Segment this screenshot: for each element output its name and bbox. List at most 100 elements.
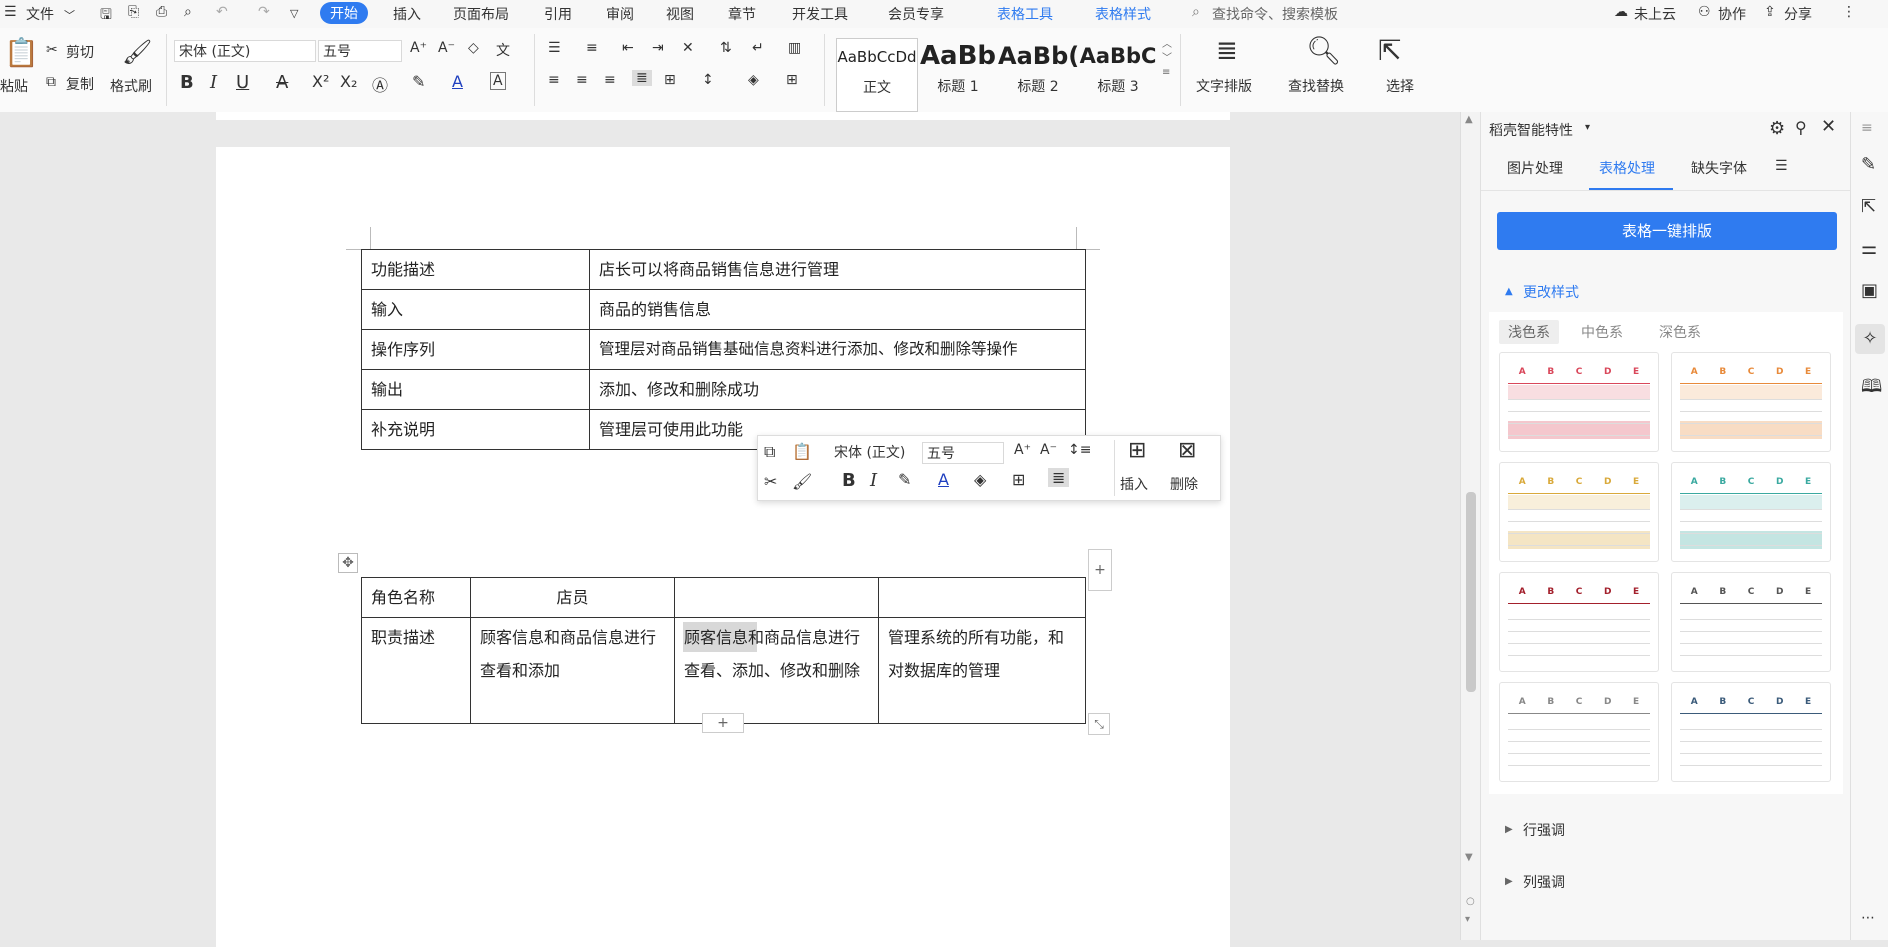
tab-page-layout[interactable]: 页面布局	[453, 4, 509, 24]
distribute-icon[interactable]: ⊞	[664, 72, 676, 88]
gear-icon[interactable]: ⚙	[1769, 118, 1785, 139]
chevron-down-icon[interactable]: ▾	[1585, 122, 1590, 133]
table-style-thumbnail[interactable]: A B C D E	[1499, 572, 1659, 672]
tab-developer[interactable]: 开发工具	[792, 4, 848, 24]
font-size-select[interactable]: 五号	[922, 442, 1004, 464]
text-layout-button[interactable]: 文字排版	[1196, 76, 1252, 96]
tab-view[interactable]: 视图	[666, 4, 694, 24]
align-center-icon[interactable]: ≡	[576, 72, 588, 88]
phonetic-icon[interactable]: 文	[496, 40, 510, 60]
chinese-layout-icon[interactable]: ✕	[682, 40, 694, 56]
table-cell[interactable]: 输出	[361, 369, 590, 410]
tab-image-processing[interactable]: 图片处理	[1507, 158, 1563, 178]
select-button[interactable]: 选择	[1386, 76, 1414, 96]
align-left-icon[interactable]: ≡	[548, 72, 560, 88]
share-button[interactable]: 分享	[1784, 4, 1812, 24]
styles-scroll-icon[interactable]: ︿ ﹀ ≡	[1162, 38, 1172, 80]
scissors-icon[interactable]: ✂	[46, 42, 58, 58]
expand-icon[interactable]: ▶	[1505, 876, 1513, 887]
find-replace-button[interactable]: 查找替换	[1288, 76, 1344, 96]
strikethrough-icon[interactable]: A	[276, 72, 288, 93]
table-style-thumbnail[interactable]: A B C D E	[1671, 462, 1831, 562]
style-tab-light[interactable]: 浅色系	[1499, 320, 1559, 344]
find-icon[interactable]: 🔍︎	[1306, 34, 1342, 67]
shrink-font-icon[interactable]: A⁻	[438, 40, 455, 56]
shading-icon[interactable]: ◈	[748, 72, 759, 88]
resize-table-icon[interactable]: ⤡	[1088, 713, 1110, 735]
style-heading1[interactable]: AaBb 标题 1	[918, 38, 998, 110]
tab-table-style[interactable]: 表格样式	[1095, 4, 1151, 24]
chevron-down-icon[interactable]: ﹀	[64, 7, 75, 23]
format-painter-icon[interactable]: 🖌	[792, 472, 812, 491]
line-spacing-icon[interactable]: ↕≡	[1068, 442, 1091, 458]
table-style-thumbnail[interactable]: A B C D E	[1671, 682, 1831, 782]
tab-member[interactable]: 会员专享	[888, 4, 944, 24]
superscript-icon[interactable]: X²	[312, 72, 329, 91]
subscript-icon[interactable]: X₂	[340, 72, 357, 91]
clear-format-icon[interactable]: ◇	[468, 40, 479, 56]
table-style-thumbnail[interactable]: A B C D E	[1671, 352, 1831, 452]
tab-missing-fonts[interactable]: 缺失字体	[1691, 158, 1747, 178]
search-command-input[interactable]: 查找命令、搜索模板	[1212, 4, 1338, 24]
table-cell[interactable]: 店员	[470, 577, 675, 618]
table-cell[interactable]	[878, 577, 1086, 618]
table-cell-selected[interactable]: 顾客信息和商品信息进行查看、添加、修改和删除	[674, 617, 879, 724]
table-cell[interactable]: 店长可以将商品销售信息进行管理	[589, 249, 1086, 290]
style-heading2[interactable]: AaBb( 标题 2	[998, 38, 1078, 110]
table-style-thumbnail[interactable]: A B C D E	[1499, 352, 1659, 452]
highlight-icon[interactable]: ✎	[412, 72, 425, 91]
show-marks-icon[interactable]: ↵	[752, 40, 764, 56]
select-cursor-icon[interactable]: ⇱	[1378, 34, 1401, 67]
edit-pen-icon[interactable]: ✎	[1861, 154, 1876, 175]
table-cell[interactable]: 管理层对商品销售基础信息资料进行添加、修改和删除等操作	[589, 329, 1086, 370]
adjust-icon[interactable]: ⚌	[1861, 238, 1877, 259]
copy-icon[interactable]: ⧉	[764, 442, 775, 462]
tab-table-tools[interactable]: 表格工具	[997, 4, 1053, 24]
ruler-icon[interactable]: ▥	[788, 40, 801, 56]
pin-icon[interactable]: ⚲	[1795, 118, 1807, 137]
table-cell[interactable]: 补充说明	[361, 409, 590, 450]
bold-icon[interactable]: B	[842, 470, 856, 491]
cloud-status[interactable]: 未上云	[1634, 4, 1676, 24]
font-color-icon[interactable]: A	[938, 470, 949, 489]
table-cell[interactable]: 添加、修改和删除成功	[589, 369, 1086, 410]
collab-button[interactable]: 协作	[1718, 4, 1746, 24]
print-preview-icon[interactable]: ⌕	[184, 4, 192, 20]
scroll-down-icon[interactable]: ▼	[1465, 852, 1473, 863]
style-tab-dark[interactable]: 深色系	[1659, 322, 1701, 342]
table-cell[interactable]	[674, 577, 879, 618]
insert-button[interactable]: 插入	[1120, 474, 1148, 494]
table-style-thumbnail[interactable]: A B C D E	[1671, 572, 1831, 672]
format-painter-button[interactable]: 格式刷	[110, 76, 152, 96]
shading-icon[interactable]: ◈	[974, 470, 986, 489]
paste-icon[interactable]: 📋	[792, 442, 812, 461]
line-spacing-icon[interactable]: ↕	[702, 72, 714, 88]
numbering-icon[interactable]: ≡	[586, 40, 598, 56]
font-name-select[interactable]: 宋体 (正文)	[174, 40, 316, 62]
italic-icon[interactable]: I	[210, 72, 217, 93]
scroll-up-icon[interactable]: ▲	[1465, 114, 1473, 125]
tab-table-processing[interactable]: 表格处理	[1599, 158, 1655, 178]
function-table[interactable]: 功能描述 店长可以将商品销售信息进行管理 输入 商品的销售信息 操作序列 管理层对商品…	[361, 249, 1086, 450]
grow-font-icon[interactable]: A⁺	[1014, 442, 1031, 458]
align-icon[interactable]: ≣	[1048, 468, 1070, 487]
text-layout-icon[interactable]: ≣	[1216, 36, 1238, 66]
format-painter-icon[interactable]: 🖌	[122, 38, 152, 66]
close-icon[interactable]: ✕	[1821, 116, 1836, 137]
tab-chapter[interactable]: 章节	[728, 4, 756, 24]
borders-icon[interactable]: ⊞	[786, 72, 798, 88]
table-cell[interactable]: 顾客信息和商品信息进行查看和添加	[470, 617, 675, 724]
table-cell[interactable]: 操作序列	[361, 329, 590, 370]
decrease-indent-icon[interactable]: ⇤	[622, 40, 634, 56]
collapse-icon[interactable]: ▲	[1505, 286, 1513, 297]
font-size-select[interactable]: 五号	[318, 40, 402, 62]
add-row-icon[interactable]: +	[702, 713, 744, 733]
delete-table-icon[interactable]: ⊠	[1178, 438, 1196, 463]
increase-indent-icon[interactable]: ⇥	[652, 40, 664, 56]
tab-references[interactable]: 引用	[544, 4, 572, 24]
next-page-icon[interactable]: ▾	[1465, 914, 1470, 925]
smart-feature-icon[interactable]: ✧	[1855, 324, 1885, 354]
scroll-thumb[interactable]	[1466, 492, 1476, 692]
book-icon[interactable]: 🕮	[1861, 374, 1882, 404]
paste-icon[interactable]: 📋	[4, 36, 39, 69]
